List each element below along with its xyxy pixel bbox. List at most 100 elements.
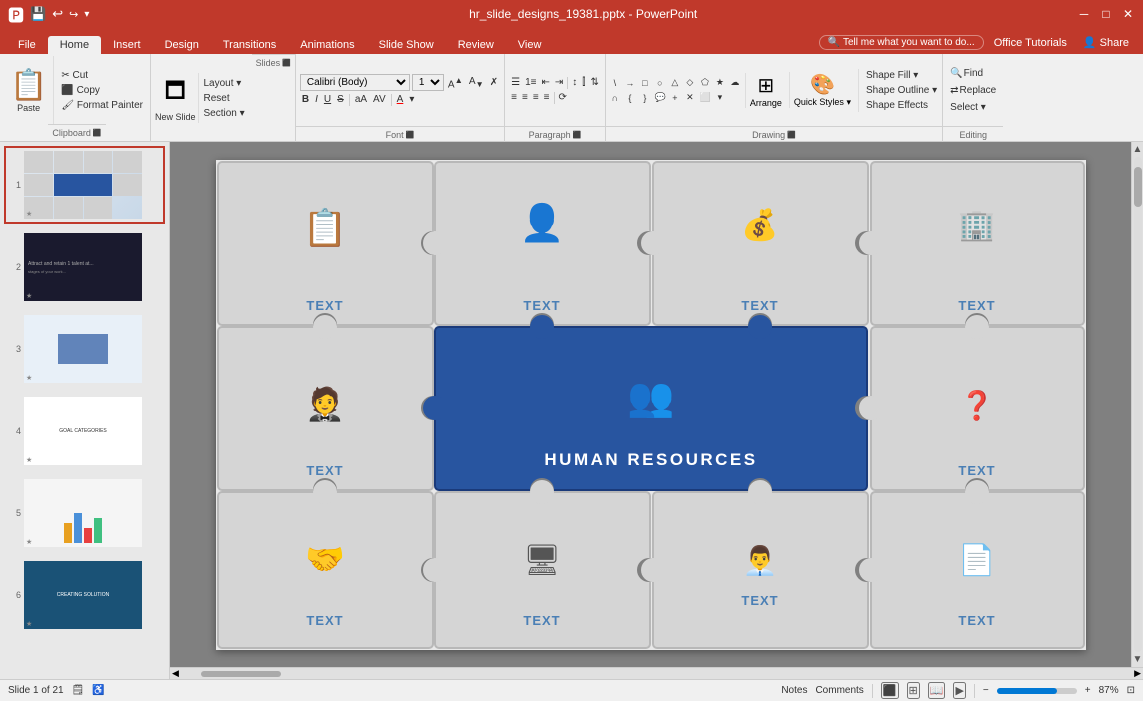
horizontal-scrollbar[interactable]: ◀ ▶ xyxy=(170,667,1143,679)
tab-animations[interactable]: Animations xyxy=(288,36,366,54)
find-button[interactable]: 🔍 Find xyxy=(947,67,999,80)
slide-thumbnail-1[interactable]: 1 ★ xyxy=(4,146,165,224)
bold-button[interactable]: B xyxy=(300,93,311,106)
align-left-button[interactable]: ≡ xyxy=(509,91,519,104)
align-right-button[interactable]: ≡ xyxy=(531,91,541,104)
select-button[interactable]: Select ▾ xyxy=(947,101,999,114)
shape-flow-button[interactable]: ⬜ xyxy=(698,91,712,105)
font-family-select[interactable]: Calibri (Body) xyxy=(300,74,410,91)
format-painter-button[interactable]: 🖌 Format Painter xyxy=(58,99,146,112)
share-button[interactable]: 👤 Share xyxy=(1077,34,1135,51)
smallcaps-button[interactable]: aA xyxy=(353,93,369,106)
text-direction-button[interactable]: ⇅ xyxy=(588,76,600,89)
tab-file[interactable]: File xyxy=(6,36,48,54)
shape-line-button[interactable]: \ xyxy=(608,76,622,90)
h-scrollbar-thumb[interactable] xyxy=(201,671,281,677)
undo-icon[interactable]: ↩ xyxy=(52,6,63,22)
notes-button[interactable]: Notes xyxy=(781,685,807,696)
justify-button[interactable]: ≡ xyxy=(542,91,552,104)
bullets-button[interactable]: ☰ xyxy=(509,76,522,89)
scroll-up-button[interactable]: ▲ xyxy=(1133,144,1143,155)
numbering-button[interactable]: 1≡ xyxy=(523,76,538,89)
shape-diamond-button[interactable]: ◇ xyxy=(683,76,697,90)
tab-slideshow[interactable]: Slide Show xyxy=(367,36,446,54)
office-tutorials-button[interactable]: Office Tutorials xyxy=(988,35,1073,51)
scroll-down-button[interactable]: ▼ xyxy=(1133,654,1143,665)
font-shrink-button[interactable]: A▼ xyxy=(467,75,486,90)
scroll-right-button[interactable]: ▶ xyxy=(1134,668,1141,679)
new-slide-button[interactable]: 🗖 New Slide xyxy=(155,74,196,122)
redo-icon[interactable]: ↪ xyxy=(69,8,78,21)
vertical-scrollbar[interactable]: ▲ ▼ xyxy=(1131,142,1143,667)
clipboard-label[interactable]: Clipboard ⬛ xyxy=(48,124,105,140)
shape-cross-button[interactable]: ✕ xyxy=(683,91,697,105)
maximize-button[interactable]: □ xyxy=(1099,7,1113,21)
smartart-convert-button[interactable]: ⟳ xyxy=(557,91,569,104)
decrease-indent-button[interactable]: ⇤ xyxy=(540,76,552,89)
reset-button[interactable]: Reset xyxy=(201,92,248,105)
italic-button[interactable]: I xyxy=(313,93,320,106)
zoom-out-button[interactable]: − xyxy=(983,685,989,696)
shape-plus-button[interactable]: + xyxy=(668,91,682,105)
arrange-button[interactable]: ⊞ Arrange xyxy=(745,73,786,108)
tab-design[interactable]: Design xyxy=(153,36,211,54)
paragraph-label[interactable]: Paragraph ⬛ xyxy=(505,126,605,142)
shape-effects-button[interactable]: Shape Effects xyxy=(863,99,940,112)
strikethrough-button[interactable]: S xyxy=(335,93,346,106)
tab-home[interactable]: Home xyxy=(48,36,101,54)
shape-outline-button[interactable]: Shape Outline ▾ xyxy=(863,84,940,97)
layout-button[interactable]: Layout ▾ xyxy=(201,77,248,90)
slideshow-view-button[interactable]: ▶ xyxy=(953,682,965,699)
fit-slide-button[interactable]: ⊡ xyxy=(1127,685,1135,696)
reading-view-button[interactable]: 📖 xyxy=(928,682,946,699)
save-icon[interactable]: 💾 xyxy=(30,6,46,22)
zoom-in-button[interactable]: + xyxy=(1085,685,1091,696)
slide-thumbnail-6[interactable]: 6 CREATING SOLUTION ★ xyxy=(4,556,165,634)
slide-thumbnail-3[interactable]: 3 ★ xyxy=(4,310,165,388)
shape-oval-button[interactable]: ○ xyxy=(653,76,667,90)
font-label[interactable]: Font ⬛ xyxy=(296,126,504,142)
drawing-label[interactable]: Drawing ⬛ xyxy=(606,126,942,142)
font-grow-button[interactable]: A▲ xyxy=(446,74,465,91)
minimize-button[interactable]: ─ xyxy=(1077,7,1091,21)
shape-star-button[interactable]: ★ xyxy=(713,76,727,90)
comments-button[interactable]: Comments xyxy=(815,685,863,696)
shape-cloud-button[interactable]: ☁ xyxy=(728,76,742,90)
underline-button[interactable]: U xyxy=(322,93,333,106)
shape-more-button[interactable]: ▾ xyxy=(713,91,727,105)
quick-styles-button[interactable]: 🎨 Quick Styles ▾ xyxy=(789,72,855,108)
close-button[interactable]: ✕ xyxy=(1121,7,1135,21)
zoom-slider[interactable] xyxy=(997,688,1077,694)
scrollbar-thumb[interactable] xyxy=(1134,167,1142,207)
font-size-select[interactable]: 18 xyxy=(412,74,444,91)
slide-thumbnail-5[interactable]: 5 ★ xyxy=(4,474,165,552)
copy-button[interactable]: ⬛ Copy xyxy=(58,84,146,97)
normal-view-button[interactable]: ⬛ xyxy=(881,682,899,699)
tab-transitions[interactable]: Transitions xyxy=(211,36,288,54)
section-button[interactable]: Section ▾ xyxy=(201,107,248,120)
shape-arrow-button[interactable]: → xyxy=(623,76,637,90)
font-color-arrow[interactable]: ▾ xyxy=(407,93,416,106)
slides-label[interactable]: Slides ⬛ xyxy=(252,54,295,70)
paste-button[interactable]: 📋 xyxy=(10,68,47,103)
shape-brace-button[interactable]: } xyxy=(638,91,652,105)
slide-thumbnail-2[interactable]: 2 Attract and retain 1 talent at... stag… xyxy=(4,228,165,306)
tab-insert[interactable]: Insert xyxy=(101,36,153,54)
columns-button[interactable]: ⫿ xyxy=(580,76,587,89)
line-spacing-button[interactable]: ↕ xyxy=(570,76,579,89)
shape-tri-button[interactable]: △ xyxy=(668,76,682,90)
align-center-button[interactable]: ≡ xyxy=(520,91,530,104)
clear-format-button[interactable]: ✗ xyxy=(488,76,500,89)
shape-curve-button[interactable]: ∩ xyxy=(608,91,622,105)
font-color-button[interactable]: A xyxy=(395,93,406,106)
cut-button[interactable]: ✂ Cut xyxy=(58,69,146,82)
scroll-left-button[interactable]: ◀ xyxy=(172,668,179,679)
shape-bracket-button[interactable]: { xyxy=(623,91,637,105)
shape-fill-button[interactable]: Shape Fill ▾ xyxy=(863,69,940,82)
increase-indent-button[interactable]: ⇥ xyxy=(553,76,565,89)
char-spacing-button[interactable]: AV xyxy=(371,93,388,106)
shape-pentagon-button[interactable]: ⬠ xyxy=(698,76,712,90)
slide-thumbnail-4[interactable]: 4 GOAL CATEGORIES ★ xyxy=(4,392,165,470)
canvas-area[interactable]: 📋 TEXT 👤 TEXT xyxy=(170,142,1131,667)
tell-me-area[interactable]: 🔍 Tell me what you want to do... xyxy=(819,35,984,50)
